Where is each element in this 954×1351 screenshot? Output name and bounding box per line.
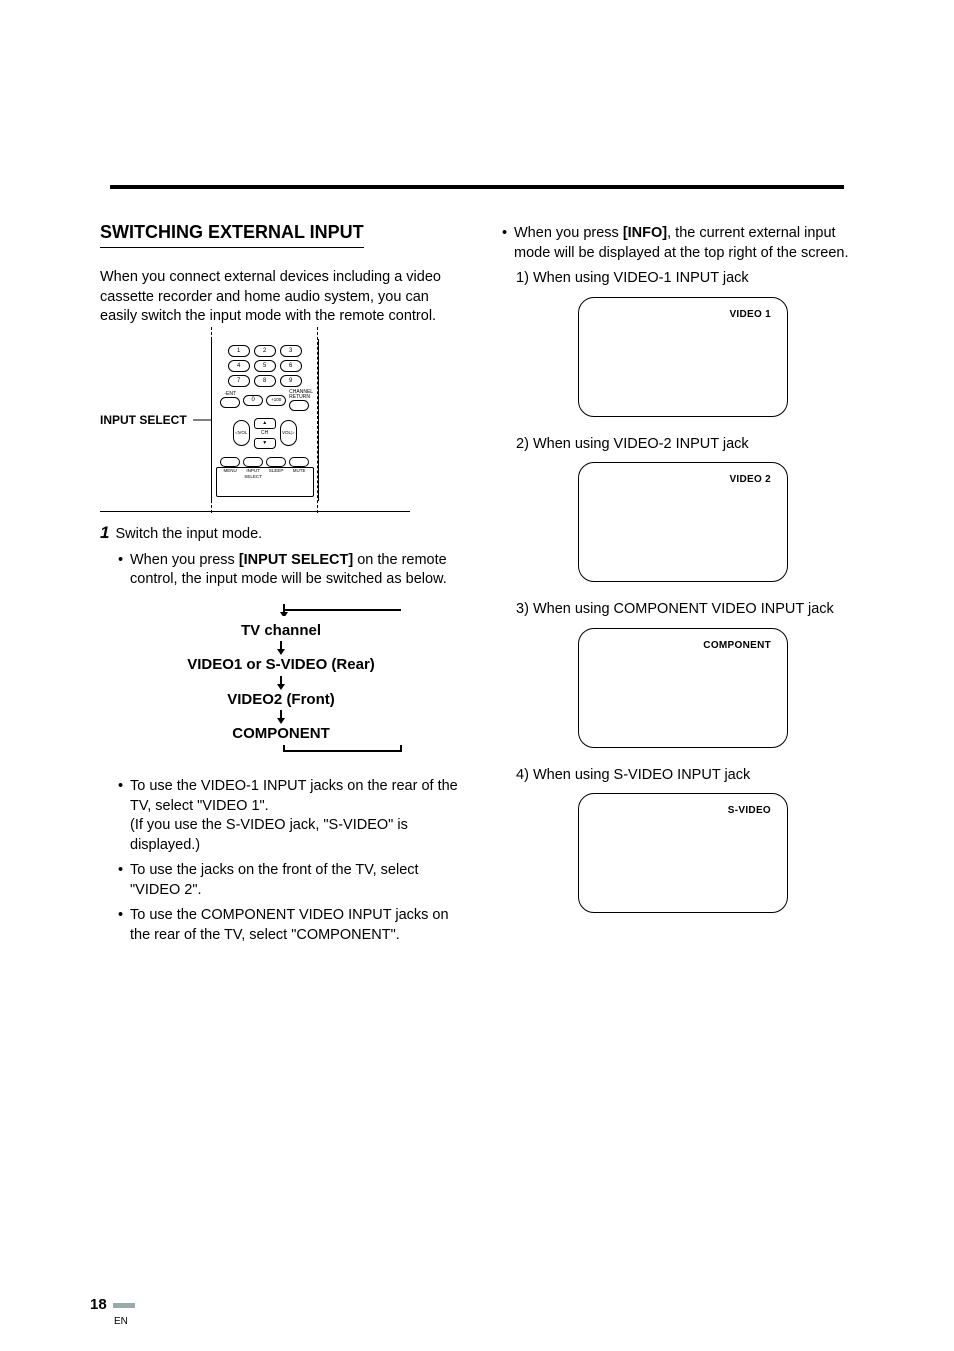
remote-plus100-button: +100 [266,395,286,406]
remote-sleep-label: SLEEP [266,468,286,480]
mode-video1: VIDEO1 or S-VIDEO (Rear) [156,657,406,674]
remote-ent-button [220,397,240,408]
page-lang: EN [114,1316,128,1327]
bullet-video1-text: To use the VIDEO-1 INPUT jacks on the re… [130,778,458,814]
arrow-down-icon [156,641,406,655]
remote-numpad: 1 2 3 4 5 6 7 8 9 [218,345,312,387]
remote-key-5: 5 [254,360,276,372]
remote-key-9: 9 [280,375,302,387]
remote-key-6: 6 [280,360,302,372]
cycle-top-arrow-icon [156,604,406,616]
right-column: When you press [INFO], the current exter… [502,220,864,952]
screen-preview-video1: VIDEO 1 [578,297,788,417]
remote-input-select-button [243,457,263,467]
step-1-number: 1 [100,522,109,545]
step-1-text: Switch the input mode. [115,525,262,545]
remote-key-8: 8 [254,375,276,387]
screen-preview-component: COMPONENT [578,628,788,748]
remote-channel-return-label: CHANNEL RETURN [289,390,309,400]
bullet-input-select: When you press [INPUT SELECT] on the rem… [118,551,462,590]
info-item-2-text: When using VIDEO-2 INPUT jack [533,436,749,452]
remote-menu-button [220,457,240,467]
mode-component: COMPONENT [156,726,406,743]
remote-vol-up: VOL▷ [280,420,297,446]
arrow-down-icon [156,676,406,690]
remote-key-7: 7 [228,375,250,387]
bullet-video1: To use the VIDEO-1 INPUT jacks on the re… [118,777,462,855]
info-item-3-num: 3) [516,601,529,617]
bullet-info: When you press [INFO], the current exter… [502,224,864,263]
input-select-callout-label: INPUT SELECT [100,412,187,428]
remote-key-3: 3 [280,345,302,357]
bullet-component: To use the COMPONENT VIDEO INPUT jacks o… [118,906,462,945]
info-item-3: 3) When using COMPONENT VIDEO INPUT jack [516,600,864,620]
remote-key-2: 2 [254,345,276,357]
remote-ch-down: ▼ [254,438,276,449]
remote-key-0: 0 [243,395,263,406]
bullet-input-select-key: [INPUT SELECT] [239,552,353,568]
screen-preview-svideo: S-VIDEO [578,793,788,913]
remote-vol-down: ◁VOL [233,420,250,446]
remote-control-diagram: 1 2 3 4 5 6 7 8 9 -ENT [211,339,319,501]
page-number: 18 [90,1296,107,1313]
input-mode-cycle-diagram: TV channel VIDEO1 or S-VIDEO (Rear) VIDE… [156,604,406,761]
remote-ch-up: ▲ [254,418,276,429]
osd-label-svideo: S-VIDEO [728,804,771,818]
remote-row4: -ENT 0 +100 CHANNEL RETURN [218,390,312,411]
step-1: 1 Switch the input mode. [100,522,462,545]
bullet-input-select-pre: When you press [130,552,239,568]
osd-label-video2: VIDEO 2 [729,473,771,487]
mode-tv-channel: TV channel [156,623,406,640]
arrow-down-icon [156,710,406,724]
osd-label-component: COMPONENT [703,639,771,653]
remote-ch-label: CH [254,429,276,438]
left-column: SWITCHING EXTERNAL INPUT When you connec… [100,220,462,952]
remote-mute-button [289,457,309,467]
bullet-info-key: [INFO] [623,225,667,241]
mode-video2: VIDEO2 (Front) [156,692,406,709]
remote-input-select-label: INPUT SELECT [243,468,263,480]
section-title: SWITCHING EXTERNAL INPUT [100,220,364,248]
info-item-3-text: When using COMPONENT VIDEO INPUT jack [533,601,834,617]
page-number-bar [113,1303,135,1308]
info-item-1-text: When using VIDEO-1 INPUT jack [533,270,749,286]
top-rule [110,185,844,189]
info-item-1: 1) When using VIDEO-1 INPUT jack [516,269,864,289]
remote-illustration-row: INPUT SELECT 1 2 3 4 5 6 7 8 9 [100,339,462,501]
info-item-2: 2) When using VIDEO-2 INPUT jack [516,435,864,455]
divider [100,511,410,512]
info-item-1-num: 1) [516,270,529,286]
remote-sleep-button [266,457,286,467]
bullet-video2: To use the jacks on the front of the TV,… [118,861,462,900]
info-item-2-num: 2) [516,436,529,452]
info-item-4-text: When using S-VIDEO INPUT jack [533,767,750,783]
remote-mute-label: MUTE [289,468,309,480]
info-item-4-num: 4) [516,767,529,783]
remote-key-4: 4 [228,360,250,372]
remote-bottom-row [218,457,312,467]
remote-ch-vol-block: ◁VOL ▲ CH ▼ VOL▷ [218,418,312,449]
remote-menu-label: MENU [220,468,240,480]
bullet-info-pre: When you press [514,225,623,241]
screen-preview-video2: VIDEO 2 [578,462,788,582]
remote-key-1: 1 [228,345,250,357]
info-item-4: 4) When using S-VIDEO INPUT jack [516,766,864,786]
leader-line-icon [193,416,211,424]
bullet-video1-note: (If you use the S-VIDEO jack, "S-VIDEO" … [130,817,408,853]
section-intro: When you connect external devices includ… [100,268,462,327]
cycle-bottom-line-icon [156,745,406,757]
page-footer: 18 EN [90,1296,135,1327]
remote-channel-return-button [289,400,309,411]
osd-label-video1: VIDEO 1 [729,308,771,322]
